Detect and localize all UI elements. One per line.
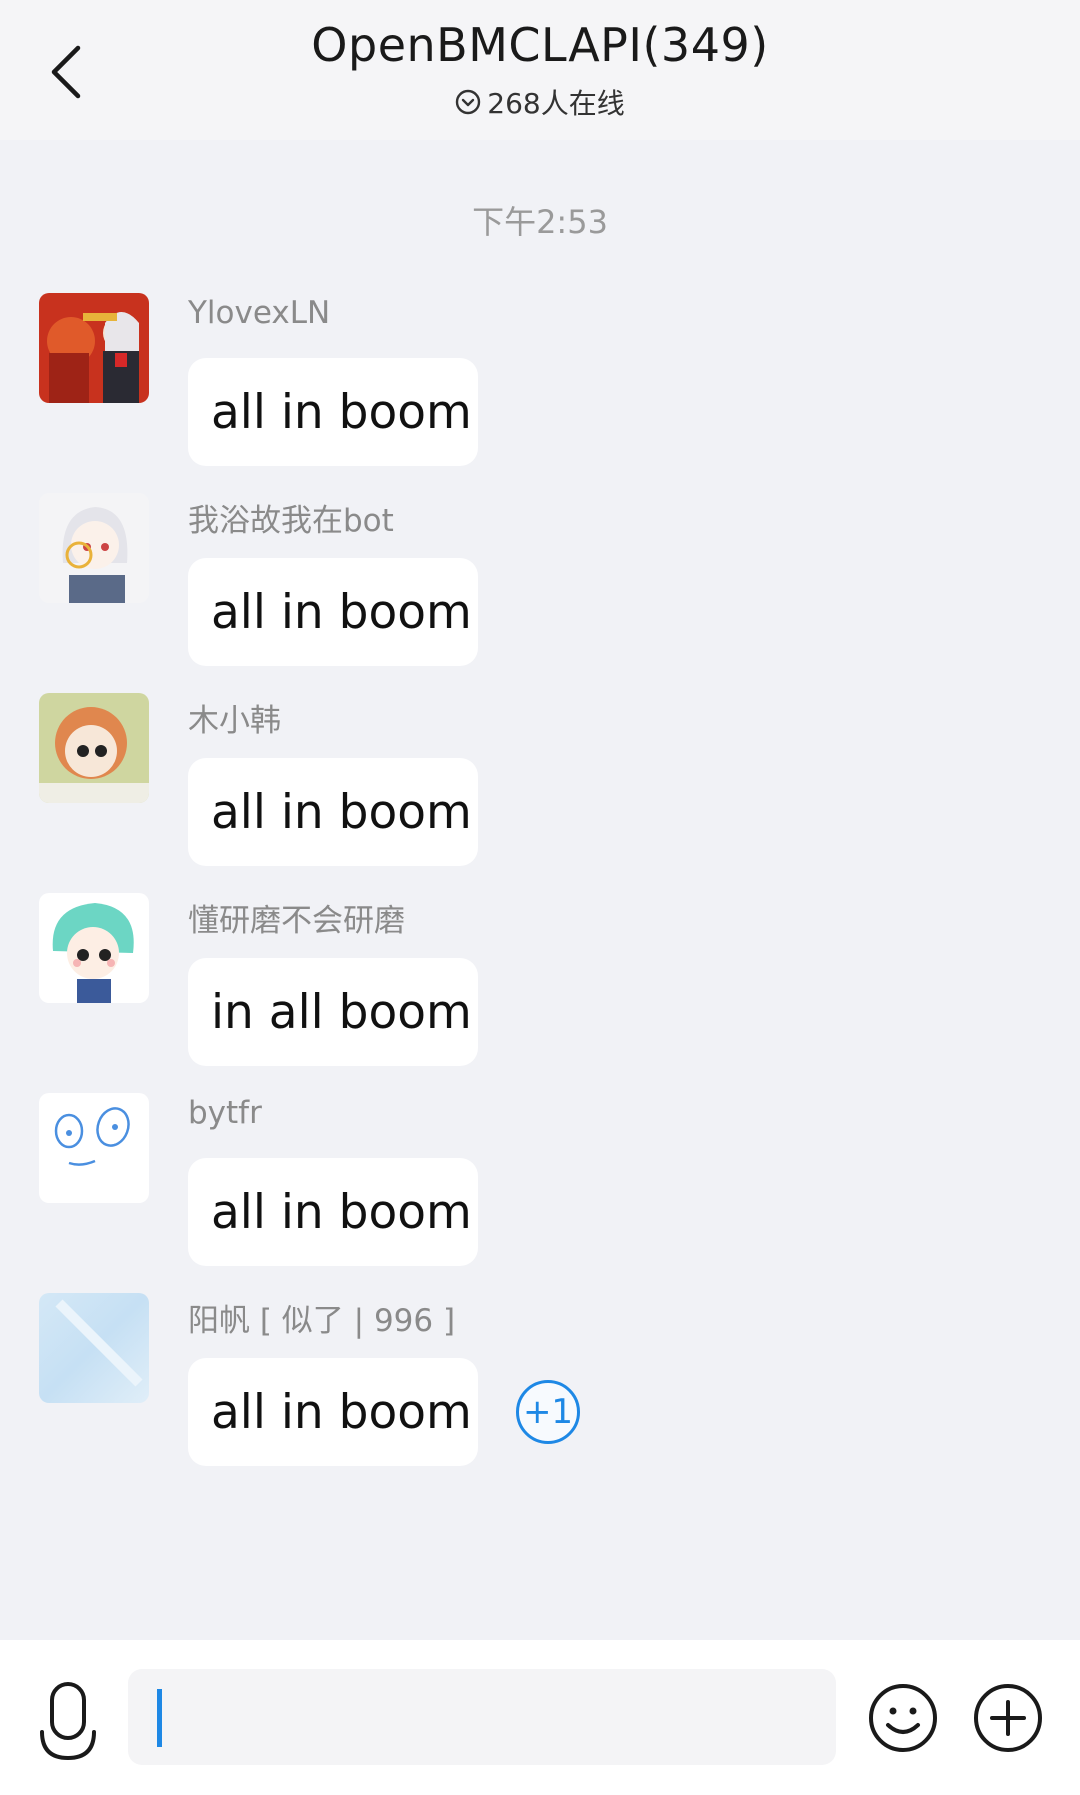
- message-item: YlovexLN all in boom: [0, 293, 1080, 493]
- voice-button[interactable]: [36, 1680, 100, 1764]
- message-list[interactable]: 下午2:53 YlovexLN all in boom 我浴故我在bot all…: [0, 140, 1080, 1640]
- check-circle-icon: [456, 89, 481, 115]
- message-bubble[interactable]: all in boom: [188, 558, 478, 666]
- message-item: bytfr all in boom: [0, 1093, 1080, 1293]
- message-item: 我浴故我在bot all in boom: [0, 493, 1080, 693]
- sender-name: 懂研磨不会研磨: [188, 903, 405, 939]
- message-bubble[interactable]: all in boom: [188, 1358, 478, 1466]
- message-bubble[interactable]: in all boom: [188, 958, 478, 1066]
- online-count: 268人在线: [487, 87, 625, 120]
- text-caret: [157, 1689, 162, 1747]
- avatar[interactable]: [39, 493, 149, 603]
- microphone-icon: [40, 1682, 96, 1761]
- message-timestamp: 下午2:53: [472, 203, 608, 241]
- message-item: 阳帆 [ 似了 | 996 ] all in boom +1: [0, 1293, 1080, 1493]
- message-input[interactable]: [128, 1669, 836, 1765]
- avatar[interactable]: [39, 293, 149, 403]
- sender-name: 木小韩: [188, 703, 281, 739]
- avatar[interactable]: [39, 1093, 149, 1203]
- chat-header: OpenBMCLAPI(349) 268人在线: [0, 0, 1080, 140]
- smiley-icon: [869, 1684, 937, 1752]
- sender-name: bytfr: [188, 1095, 262, 1131]
- sender-name: 阳帆 [ 似了 | 996 ]: [188, 1303, 456, 1339]
- input-bar: [0, 1640, 1080, 1795]
- message-bubble[interactable]: all in boom: [188, 358, 478, 466]
- chat-title[interactable]: OpenBMCLAPI(349): [0, 18, 1080, 72]
- sender-name: YlovexLN: [188, 295, 331, 331]
- sender-name: 我浴故我在bot: [188, 503, 394, 539]
- avatar[interactable]: [39, 893, 149, 1003]
- more-button[interactable]: [973, 1683, 1043, 1753]
- plus-one-button[interactable]: +1: [516, 1380, 580, 1444]
- online-status[interactable]: 268人在线: [0, 82, 1080, 122]
- avatar[interactable]: [39, 693, 149, 803]
- avatar[interactable]: [39, 1293, 149, 1403]
- message-bubble[interactable]: all in boom: [188, 758, 478, 866]
- emoji-button[interactable]: [868, 1683, 938, 1753]
- message-item: 木小韩 all in boom: [0, 693, 1080, 893]
- message-bubble[interactable]: all in boom: [188, 1158, 478, 1266]
- plus-circle-icon: [974, 1684, 1042, 1752]
- message-item: 懂研磨不会研磨 in all boom: [0, 893, 1080, 1093]
